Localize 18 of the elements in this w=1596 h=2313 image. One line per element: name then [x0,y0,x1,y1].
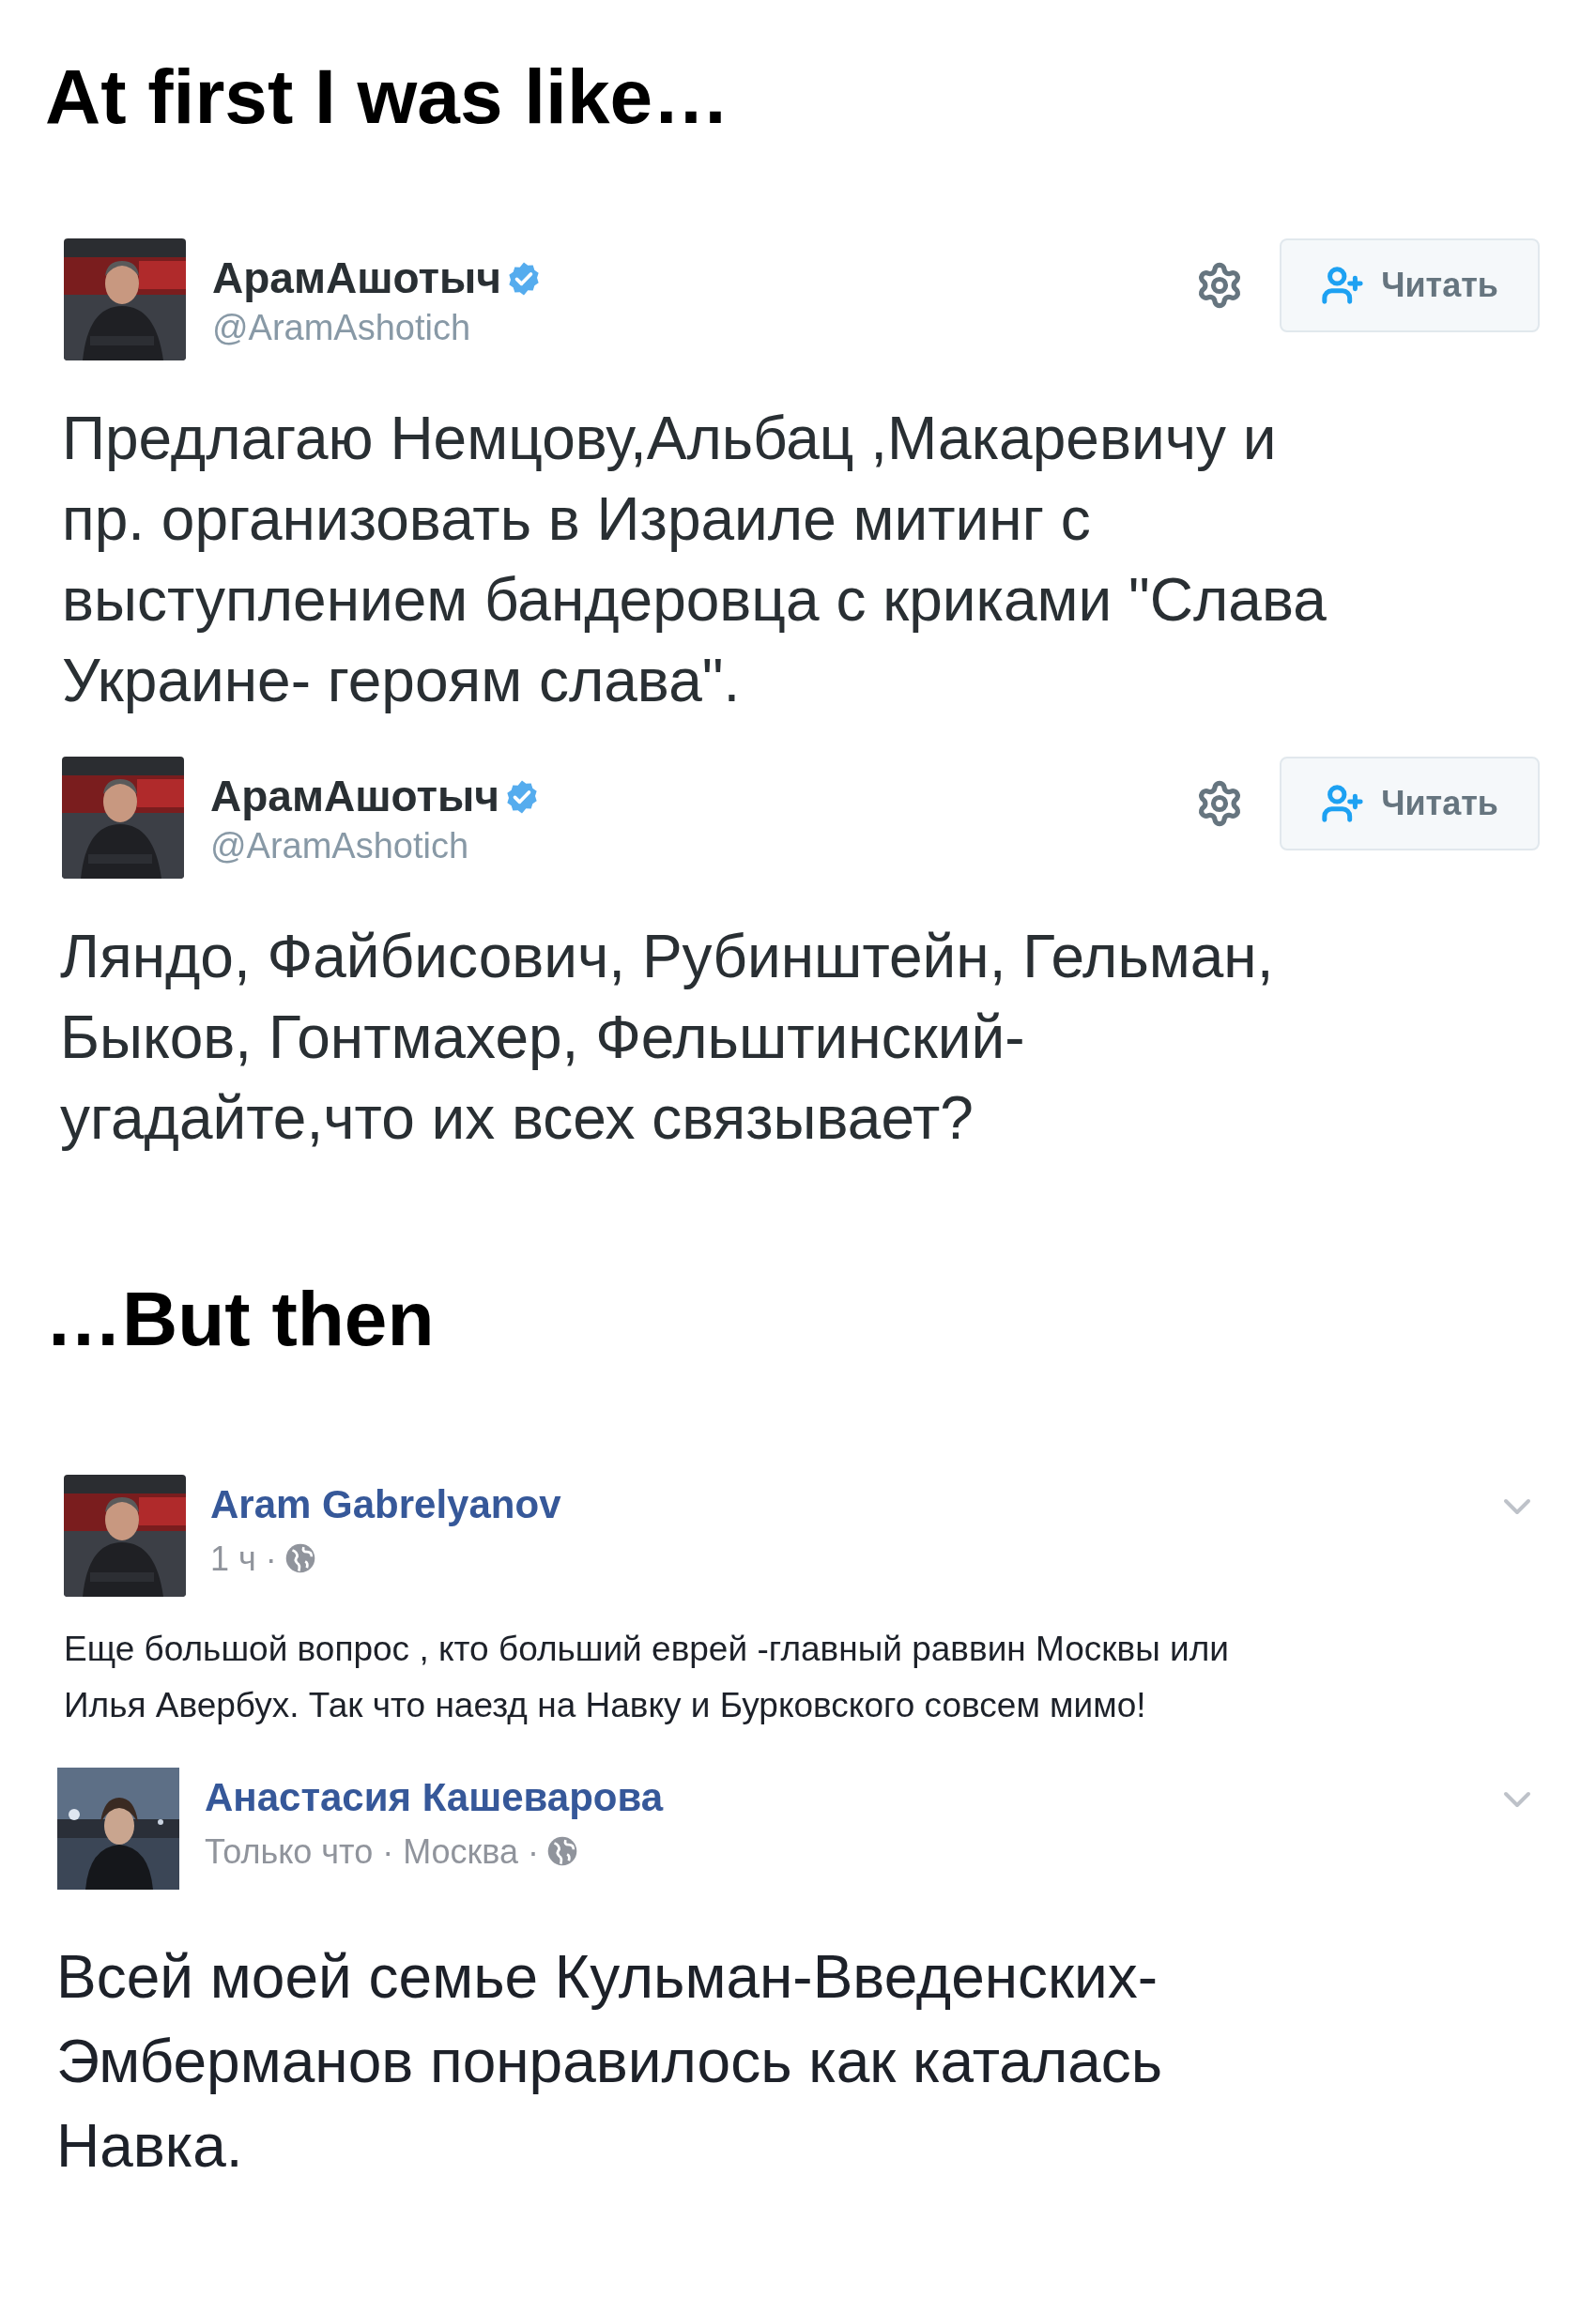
add-user-icon [1321,782,1365,825]
user-name[interactable]: АрамАшотыч [212,252,501,306]
post-text: Всей моей семье Кульман-Введенских- Эмберманов понравилось как каталась Навка. [56,1942,1164,2182]
user-name[interactable]: Aram Gabrelyanov [210,1480,561,1530]
user-name[interactable]: АрамАшотыч [210,770,499,824]
post-meta: 1 ч · [210,1538,277,1580]
tweet-text: Ляндо, Файбисович, Рубинштейн, Гельман, Быков, Гонтмахер, Фельштинский- угадайте,что их всех связывает? [60,922,1275,1154]
follow-button[interactable]: Читать [1280,757,1540,850]
user-name[interactable]: Анастасия Кашеварова [205,1773,664,1823]
add-user-icon [1321,264,1365,307]
follow-button[interactable]: Читать [1280,238,1540,332]
globe-icon [284,1542,316,1574]
globe-icon [546,1835,579,1867]
meme-heading: At first I was like… [45,58,730,135]
tweet-text: Предлагаю Немцову,Альбац ,Макаревичу и пр. организовать в Израиле митинг с выступлением бандеровца с криками "Слава Украине- героям слава". [62,404,1327,716]
post-text: Еще большой вопрос , кто больший еврей -главный раввин Москвы или Илья Авербух. Так что наезд на Навку и Бурковского совсем мимо! [64,1629,1230,1726]
post-meta: Только что · Москва · [205,1830,540,1873]
meme-heading: …But then [45,1280,435,1357]
